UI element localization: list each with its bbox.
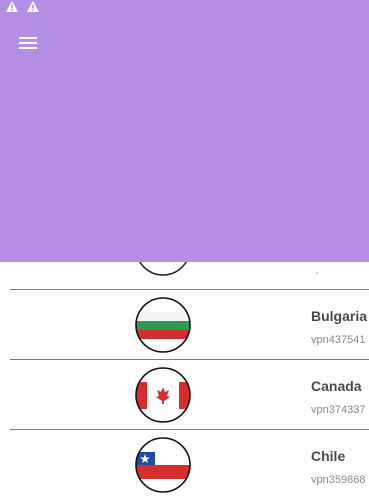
list-item[interactable]: Bulgaria vpn437541 [0, 290, 369, 360]
server-host: vpn437541 [311, 334, 366, 346]
server-host: vpn374337 [311, 404, 366, 416]
list-item[interactable] [0, 262, 369, 290]
text-remnant [316, 272, 318, 274]
menu-button[interactable] [10, 33, 46, 57]
chile-flag-icon [135, 437, 191, 493]
list-item[interactable]: Canada vpn374337 [0, 360, 369, 430]
canada-flag-icon [135, 367, 191, 423]
list-item[interactable]: Chile vpn359868 [0, 430, 369, 500]
country-name: Canada [311, 378, 362, 394]
country-name: Bulgaria [311, 308, 368, 324]
status-bar [0, 0, 369, 14]
server-host: vpn359868 [311, 474, 366, 486]
country-name: Chile [311, 448, 346, 464]
flag-icon [135, 262, 191, 276]
app-header [0, 14, 369, 262]
hamburger-menu-icon [19, 36, 37, 55]
server-list[interactable]: Bulgaria vpn437541 Canada vpn374337 Chil… [0, 262, 369, 502]
bulgaria-flag-icon [135, 297, 191, 353]
